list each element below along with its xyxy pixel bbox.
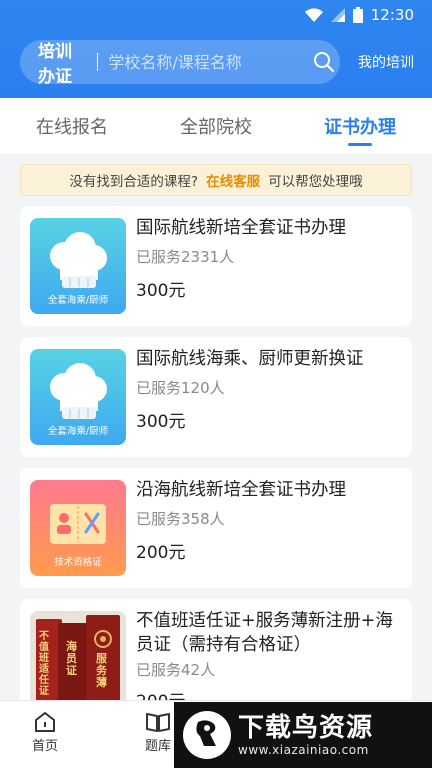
- tab-label: 在线报名: [36, 117, 108, 138]
- thumbnail-label: 技术资格证: [54, 557, 102, 568]
- nav-home[interactable]: 首页: [15, 711, 75, 754]
- watermark: 下载鸟资源 www.xiazainiao.com: [174, 702, 432, 768]
- course-price: 200元: [136, 543, 186, 563]
- search-bar[interactable]: 培训办证: [20, 40, 340, 87]
- header: 12:30 培训办证 我的培训: [0, 0, 432, 98]
- tab-online-signup[interactable]: 在线报名: [0, 98, 144, 154]
- thumbnail-label: 全套海乘/厨师: [47, 295, 109, 306]
- search-divider: [96, 53, 99, 71]
- watermark-url: www.xiazainiao.com: [238, 743, 369, 757]
- watermark-logo: [180, 708, 234, 762]
- served-count: 已服务42人: [136, 661, 216, 679]
- course-title: 沿海航线新培全套证书办理: [136, 480, 346, 500]
- course-card[interactable]: 全套海乘/厨师 国际航线新培全套证书办理 已服务2331人 300元: [20, 206, 412, 326]
- watermark-text: 下载鸟资源 www.xiazainiao.com: [238, 713, 373, 757]
- tab-certificates[interactable]: 证书办理: [288, 98, 432, 154]
- notice-text-after: 可以帮您处理哦: [268, 174, 363, 190]
- served-count: 已服务358人: [136, 510, 225, 528]
- course-thumbnail: 全套海乘/厨师: [30, 218, 126, 314]
- course-card[interactable]: 全套海乘/厨师 国际航线海乘、厨师更新换证 已服务120人 300元: [20, 337, 412, 457]
- brand-label: 培训办证: [38, 42, 72, 87]
- notice-banner: 没有找到合适的课程? 在线客服 可以帮您处理哦: [20, 164, 412, 196]
- signal-icon: [330, 8, 345, 22]
- course-thumbnail: 技术资格证: [30, 480, 126, 576]
- battery-icon: [352, 7, 363, 23]
- status-icons: 12:30: [304, 6, 414, 24]
- thumbnail-label: 全套海乘/厨师: [47, 426, 109, 437]
- nav-label: 首页: [31, 739, 58, 754]
- watermark-title: 下载鸟资源: [238, 713, 374, 743]
- tab-label: 全部院校: [180, 117, 252, 138]
- course-thumbnail: 全套海乘/厨师: [30, 349, 126, 445]
- course-title: 国际航线海乘、厨师更新换证: [136, 349, 364, 369]
- course-price: 300元: [136, 412, 186, 432]
- course-price: 300元: [136, 281, 186, 301]
- status-time: 12:30: [370, 6, 414, 24]
- served-count: 已服务120人: [136, 379, 225, 397]
- course-card[interactable]: 技术资格证 沿海航线新培全套证书办理 已服务358人 200元: [20, 468, 412, 588]
- status-bar: 12:30: [0, 0, 432, 30]
- course-thumbnail: 不值班适任证 海员证 服务薄: [30, 611, 126, 707]
- search-input[interactable]: [108, 52, 309, 72]
- served-count: 已服务2331人: [136, 248, 235, 266]
- booklet-label: 服务薄: [96, 652, 107, 689]
- search-icon[interactable]: [308, 40, 340, 84]
- nav-label: 题库: [144, 739, 171, 754]
- home-icon: [15, 711, 75, 733]
- booklet-label: 海员证: [66, 640, 77, 677]
- tab-active-indicator: [348, 143, 372, 146]
- tab-label: 证书办理: [324, 117, 396, 138]
- my-training-link[interactable]: 我的培训: [358, 52, 414, 72]
- course-title: 不值班适任证+服务薄新注册+海员证（需持有合格证）: [136, 611, 393, 655]
- notice-text: 没有找到合适的课程?: [69, 174, 199, 190]
- tab-bar: 在线报名 全部院校 证书办理: [0, 98, 432, 154]
- tab-all-schools[interactable]: 全部院校: [144, 98, 288, 154]
- booklet-label: 不值班适任证: [39, 631, 49, 697]
- online-service-link[interactable]: 在线客服: [206, 170, 260, 190]
- wifi-icon: [304, 8, 323, 22]
- course-title: 国际航线新培全套证书办理: [136, 218, 346, 238]
